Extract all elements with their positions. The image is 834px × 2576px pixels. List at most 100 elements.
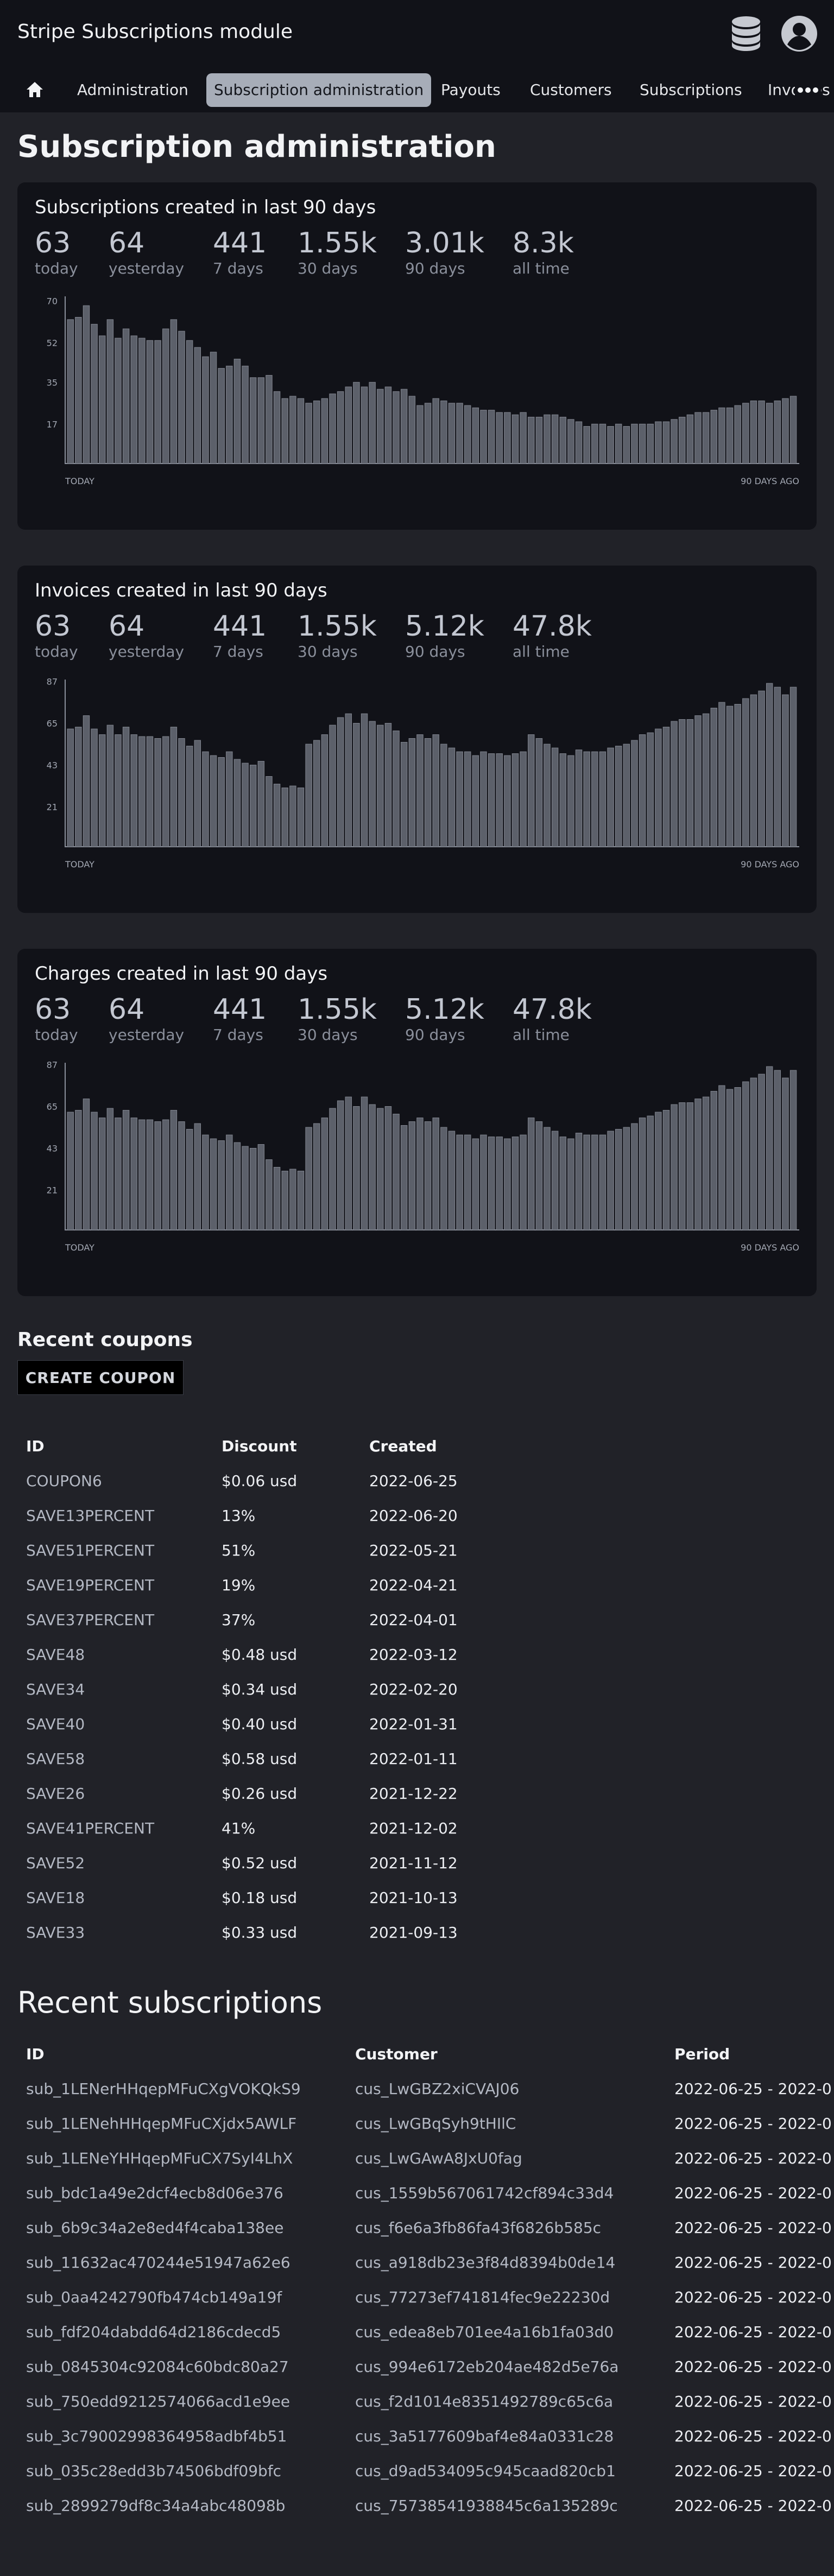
chart-bar xyxy=(448,747,456,847)
subscription-row[interactable]: sub_3c79002998364958adbf4b51 cus_3a517760… xyxy=(0,2427,834,2462)
subscription-row[interactable]: sub_0aa4242790fb474cb149a19f cus_77273ef7… xyxy=(0,2288,834,2323)
x-axis-label-left: TODAY xyxy=(65,859,94,870)
coupon-row[interactable]: SAVE13PERCENT 13% 2022-06-20 xyxy=(0,1507,834,1541)
stat-value: 5.12k xyxy=(405,993,484,1026)
chart-bar xyxy=(488,1137,495,1230)
chart-bar xyxy=(273,391,281,464)
create-coupon-button[interactable]: CREATE COUPON xyxy=(17,1360,184,1395)
account-circle-icon[interactable] xyxy=(781,15,818,52)
chart-bar xyxy=(559,753,567,847)
subscription-row[interactable]: sub_1LENeYHHqepMFuCX7SyI4LhX cus_LwGAwA8J… xyxy=(0,2149,834,2184)
chart-bar xyxy=(718,1085,725,1230)
chart-bar xyxy=(67,728,74,847)
chart-bar xyxy=(694,715,702,847)
coupon-row[interactable]: SAVE48 $0.48 usd 2022-03-12 xyxy=(0,1646,834,1680)
chart-bar xyxy=(257,761,265,847)
chart-bar xyxy=(361,386,368,464)
subscription-row[interactable]: sub_2899279df8c34a4abc48098b cus_75738541… xyxy=(0,2497,834,2531)
chart-bar xyxy=(154,738,161,847)
coupon-row-cell: 2022-02-20 xyxy=(369,1680,458,1698)
subscription-row[interactable]: sub_6b9c34a2e8ed4f4caba138ee cus_f6e6a3fb… xyxy=(0,2219,834,2254)
invoices-bar-chart: 21 43 65 87 TODAY 90 DAYS AGO xyxy=(47,677,799,870)
tab-payouts[interactable]: Payouts xyxy=(433,73,508,107)
subscription-row[interactable]: sub_750edd9212574066acd1e9ee cus_f2d1014e… xyxy=(0,2393,834,2427)
subscriptions-bar-chart: 17 35 52 70 TODAY 90 DAYS AGO xyxy=(47,296,799,486)
chart-bar xyxy=(400,742,408,847)
chart-bar xyxy=(734,704,741,847)
subscription-row[interactable]: sub_0845304c92084c60bdc80a27 cus_994e6172… xyxy=(0,2358,834,2393)
chart-bar xyxy=(456,403,463,464)
chart-bar xyxy=(686,719,694,847)
subscription-row[interactable]: sub_1LENehHHqepMFuCXjdx5AWLF cus_LwGBqSyh… xyxy=(0,2115,834,2149)
chart-bar xyxy=(448,403,456,464)
y-tick-label: 21 xyxy=(47,802,58,813)
chart-bar xyxy=(726,407,734,464)
subscription-row-cell: 2022-06-25 - 2022-0 xyxy=(674,2323,832,2341)
stat-label: 90 days xyxy=(405,643,465,661)
chart-bar xyxy=(686,1102,694,1230)
chart-bar xyxy=(384,386,392,464)
tab-subscription-administration[interactable]: Subscription administration xyxy=(206,73,432,107)
subscription-row[interactable]: sub_035c28edd3b74506bdf09bfc cus_d9ad5340… xyxy=(0,2462,834,2497)
chart-bar xyxy=(281,398,288,464)
chart-bar xyxy=(154,1121,161,1230)
coupon-row[interactable]: SAVE18 $0.18 usd 2021-10-13 xyxy=(0,1889,834,1924)
coupon-row[interactable]: SAVE19PERCENT 19% 2022-04-21 xyxy=(0,1576,834,1611)
subscription-row[interactable]: sub_bdc1a49e2dcf4ecb8d06e376 cus_1559b567… xyxy=(0,2184,834,2219)
database-icon[interactable] xyxy=(731,15,761,52)
coupon-row[interactable]: SAVE41PERCENT 41% 2021-12-02 xyxy=(0,1819,834,1854)
stat-label: today xyxy=(35,1026,78,1044)
coupon-row-cell: COUPON6 xyxy=(26,1472,102,1490)
chart-bar xyxy=(377,389,384,464)
chart-bar xyxy=(305,403,312,464)
chart-bar xyxy=(766,1066,773,1230)
subscription-row-cell: sub_0aa4242790fb474cb149a19f xyxy=(26,2288,282,2306)
subscription-row-cell: cus_75738541938845c6a135289c xyxy=(355,2497,618,2515)
chart-bar xyxy=(520,751,527,847)
coupon-row[interactable]: SAVE58 $0.58 usd 2022-01-11 xyxy=(0,1750,834,1785)
chart-bar xyxy=(599,751,606,847)
chart-bar xyxy=(615,423,622,464)
chart-bar xyxy=(138,1119,146,1230)
coupon-row[interactable]: SAVE51PERCENT 51% 2022-05-21 xyxy=(0,1541,834,1576)
tab-administration[interactable]: Administration xyxy=(70,73,196,107)
chart-bar xyxy=(273,1167,281,1230)
subscription-row[interactable]: sub_1LENerHHqepMFuCXgVOKQkS9 cus_LwGBZ2xi… xyxy=(0,2080,834,2115)
more-horizontal-icon[interactable] xyxy=(795,82,821,98)
subscription-row[interactable]: sub_fdf204dabdd64d2186cdecd5 cus_edea8eb7… xyxy=(0,2323,834,2358)
home-icon[interactable] xyxy=(25,79,45,100)
chart-bar xyxy=(289,785,296,847)
chart-bar xyxy=(432,734,439,847)
chart-bar xyxy=(281,788,288,847)
chart-bar xyxy=(250,1148,257,1230)
coupon-row[interactable]: SAVE34 $0.34 usd 2022-02-20 xyxy=(0,1680,834,1715)
chart-bar xyxy=(528,416,535,464)
stat-value: 47.8k xyxy=(513,993,592,1026)
coupon-row[interactable]: SAVE52 $0.52 usd 2021-11-12 xyxy=(0,1854,834,1889)
coupons-col-created: Created xyxy=(369,1437,437,1455)
subscription-row[interactable]: sub_11632ac470244e51947a62e6 cus_a918db23… xyxy=(0,2254,834,2288)
chart-bar xyxy=(242,1146,249,1230)
chart-bar xyxy=(138,338,146,464)
chart-bar xyxy=(520,1134,527,1230)
chart-bar xyxy=(655,421,662,464)
chart-bar xyxy=(83,305,90,464)
tab-customers[interactable]: Customers xyxy=(522,73,620,107)
coupon-row-cell: 2021-11-12 xyxy=(369,1854,458,1872)
charges-bar-chart: 21 43 65 87 TODAY 90 DAYS AGO xyxy=(47,1060,799,1253)
coupon-row[interactable]: SAVE40 $0.40 usd 2022-01-31 xyxy=(0,1715,834,1750)
chart-bar xyxy=(146,736,154,847)
coupon-row[interactable]: SAVE33 $0.33 usd 2021-09-13 xyxy=(0,1924,834,1958)
chart-bar xyxy=(686,414,694,464)
chart-bar xyxy=(662,1110,670,1230)
coupon-row[interactable]: COUPON6 $0.06 usd 2022-06-25 xyxy=(0,1472,834,1507)
invoices-stats-card: Invoices created in last 90 days 63 today… xyxy=(17,566,817,913)
tab-subscriptions[interactable]: Subscriptions xyxy=(632,73,750,107)
coupon-row[interactable]: SAVE26 $0.26 usd 2021-12-22 xyxy=(0,1785,834,1819)
chart-bar xyxy=(535,738,543,847)
chart-bar xyxy=(662,727,670,847)
coupon-row-cell: 2022-06-25 xyxy=(369,1472,458,1490)
coupon-row[interactable]: SAVE37PERCENT 37% 2022-04-01 xyxy=(0,1611,834,1646)
chart-bar xyxy=(575,1133,583,1230)
coupon-row-cell: 41% xyxy=(222,1819,256,1837)
